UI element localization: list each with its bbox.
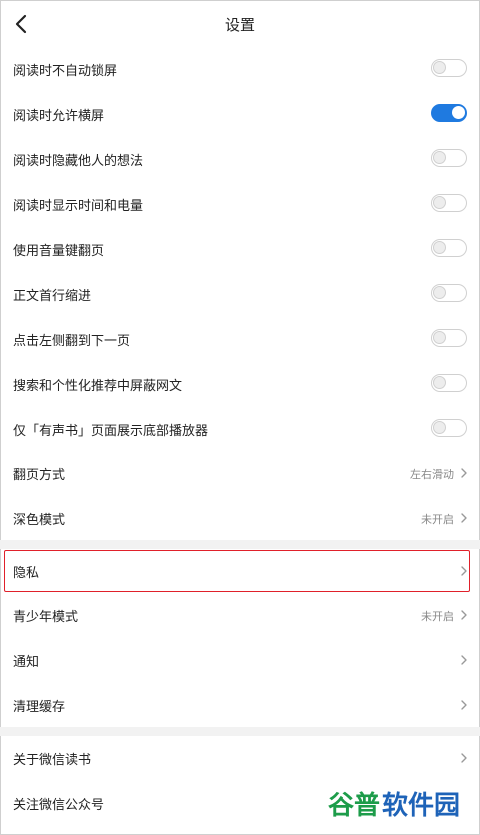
toggle-knob xyxy=(433,241,446,254)
toggle-knob xyxy=(433,331,446,344)
setting-label: 清理缓存 xyxy=(13,700,66,715)
chevron-right-icon xyxy=(461,513,467,523)
toggle-switch[interactable] xyxy=(431,149,467,167)
setting-row-indent: 正文首行缩进 xyxy=(0,272,480,317)
setting-label: 阅读时不自动锁屏 xyxy=(13,64,118,79)
setting-label: 阅读时隐藏他人的想法 xyxy=(13,154,144,169)
toggle-knob xyxy=(433,61,446,74)
setting-row-clear-cache[interactable]: 清理缓存 xyxy=(0,683,480,728)
setting-row-hide-thoughts: 阅读时隐藏他人的想法 xyxy=(0,137,480,182)
section-divider xyxy=(0,540,480,549)
toggle-switch[interactable] xyxy=(431,59,467,77)
chevron-right-icon xyxy=(461,700,467,710)
toggle-knob xyxy=(433,196,446,209)
setting-label: 通知 xyxy=(13,655,40,670)
toggle-switch[interactable] xyxy=(431,329,467,347)
toggle-switch[interactable] xyxy=(431,239,467,257)
toggle-knob xyxy=(433,286,446,299)
setting-row-volume-keys: 使用音量键翻页 xyxy=(0,227,480,272)
highlight-box xyxy=(4,550,470,592)
chevron-right-icon xyxy=(461,610,467,620)
setting-row-block-webnovels: 搜索和个性化推荐中屏蔽网文 xyxy=(0,362,480,407)
toggle-switch[interactable] xyxy=(431,104,467,122)
setting-label: 正文首行缩进 xyxy=(13,289,92,304)
page-title: 设置 xyxy=(224,16,255,34)
toggle-knob xyxy=(433,421,446,434)
setting-value: 未开启 xyxy=(421,513,454,526)
setting-value: 左右滑动 xyxy=(410,468,454,481)
toggle-knob xyxy=(433,151,446,164)
setting-label: 阅读时允许横屏 xyxy=(13,109,105,124)
setting-row-left-tap: 点击左侧翻到下一页 xyxy=(0,317,480,362)
chevron-right-icon xyxy=(461,655,467,665)
setting-row-landscape: 阅读时允许横屏 xyxy=(0,92,480,137)
setting-label: 仅「有声书」页面展示底部播放器 xyxy=(13,424,209,439)
toggle-switch[interactable] xyxy=(431,194,467,212)
setting-label: 点击左侧翻到下一页 xyxy=(13,334,131,349)
setting-value: 未开启 xyxy=(421,610,454,623)
chevron-right-icon xyxy=(461,753,467,763)
setting-label: 翻页方式 xyxy=(13,468,66,483)
toggle-switch[interactable] xyxy=(431,374,467,392)
setting-label: 青少年模式 xyxy=(13,610,79,625)
setting-row-notifications[interactable]: 通知 xyxy=(0,638,480,683)
header: 设置 xyxy=(0,0,480,46)
setting-label: 深色模式 xyxy=(13,513,66,528)
watermark-text-green: 谷普 xyxy=(328,790,380,821)
setting-row-about[interactable]: 关于微信读书 xyxy=(0,736,480,781)
setting-label: 阅读时显示时间和电量 xyxy=(13,199,144,214)
setting-label: 关注微信公众号 xyxy=(13,798,105,813)
setting-label: 关于微信读书 xyxy=(13,753,92,768)
setting-label: 使用音量键翻页 xyxy=(13,244,105,259)
setting-row-dark-mode[interactable]: 深色模式 未开启 xyxy=(0,496,480,541)
setting-label: 搜索和个性化推荐中屏蔽网文 xyxy=(13,379,183,394)
toggle-switch[interactable] xyxy=(431,419,467,437)
toggle-knob xyxy=(433,376,446,389)
setting-row-teen-mode[interactable]: 青少年模式 未开启 xyxy=(0,593,480,638)
toggle-knob xyxy=(452,106,465,119)
setting-row-audiobook-player: 仅「有声书」页面展示底部播放器 xyxy=(0,407,480,452)
setting-row-page-turn[interactable]: 翻页方式 左右滑动 xyxy=(0,451,480,496)
watermark-text-blue: 软件园 xyxy=(382,791,460,821)
section-divider xyxy=(0,727,480,736)
watermark-logo: 谷普 软件园 xyxy=(326,786,468,822)
setting-row-auto-lock: 阅读时不自动锁屏 xyxy=(0,47,480,92)
chevron-right-icon xyxy=(461,468,467,478)
setting-row-show-time-battery: 阅读时显示时间和电量 xyxy=(0,182,480,227)
toggle-switch[interactable] xyxy=(431,284,467,302)
